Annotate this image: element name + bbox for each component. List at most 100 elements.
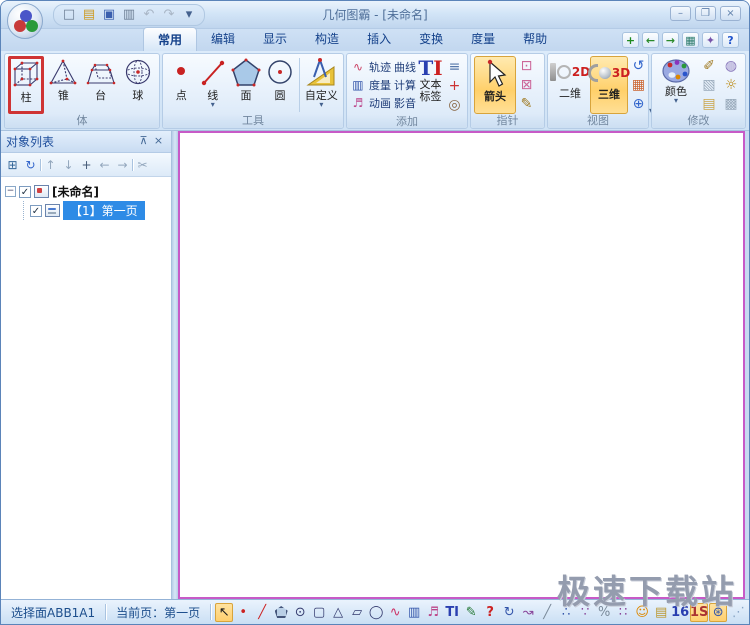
select-region-icon[interactable]: ⊡ — [517, 57, 536, 75]
circle-tool-button[interactable]: 圆 — [264, 56, 296, 114]
parallel-line-tool[interactable]: ╱ — [538, 603, 556, 622]
open-file-button[interactable]: ▤ — [80, 6, 98, 24]
close-button[interactable]: × — [720, 6, 741, 21]
page-number-tool[interactable]: 16 — [671, 603, 689, 622]
tree-root-label[interactable]: [未命名] — [52, 183, 99, 200]
folder-tool[interactable]: ▤ — [652, 603, 670, 622]
print-button[interactable]: ▥ — [120, 6, 138, 24]
point-tool-button[interactable]: 点 — [166, 56, 196, 114]
undo-button[interactable]: ↶ — [140, 6, 158, 24]
drag-point-tool[interactable]: ↝ — [519, 603, 537, 622]
view-3d-button[interactable]: 3D 三维 — [587, 56, 630, 114]
tab-construct[interactable]: 构造 — [301, 27, 353, 51]
tab-transform[interactable]: 变换 — [405, 27, 457, 51]
qat-customize-button[interactable]: ▾ — [180, 6, 198, 24]
divide-tool[interactable]: ∷ — [614, 603, 632, 622]
text-label-tool[interactable]: TI — [443, 603, 461, 622]
point-tool[interactable]: • — [234, 603, 252, 622]
media-button[interactable]: 影音 — [394, 95, 416, 111]
curve-button[interactable]: 曲线 — [394, 59, 416, 75]
custom-tool-button[interactable]: 自定义 — [303, 56, 340, 114]
circle-tool[interactable]: ⊙ — [291, 603, 309, 622]
page-checkbox[interactable]: ✓ — [30, 204, 42, 217]
globe-tool[interactable]: ⊛ — [709, 602, 728, 622]
redo-button[interactable]: ↷ — [160, 6, 178, 24]
formula-list-icon[interactable]: ≡ — [445, 58, 464, 76]
drawing-canvas[interactable] — [178, 131, 745, 599]
rotate-view-icon[interactable]: ↺ — [629, 57, 648, 75]
line-tool-button[interactable]: 线 — [197, 56, 227, 114]
measure-tool[interactable]: ▥ — [405, 603, 423, 622]
grid-icon[interactable]: ▦ — [629, 76, 648, 94]
color-dropdown-icon[interactable] — [674, 98, 678, 104]
app-logo-button[interactable] — [7, 3, 43, 39]
sphere-button[interactable]: 球 — [120, 56, 156, 114]
locus-tool[interactable]: ∿ — [386, 603, 404, 622]
tab-display[interactable]: 显示 — [249, 27, 301, 51]
calculate-tool[interactable]: ✎ — [462, 603, 480, 622]
calculate-button[interactable]: 计算 — [394, 77, 416, 93]
view-2d-button[interactable]: 2D 二维 — [549, 56, 590, 114]
root-checkbox[interactable]: ✓ — [19, 185, 31, 198]
tab-common[interactable]: 常用 — [143, 27, 198, 51]
lock-select-icon[interactable]: ⊠ — [517, 76, 536, 94]
minimize-button[interactable]: – — [670, 6, 691, 21]
resize-grip[interactable]: ⋰ — [732, 605, 749, 620]
arrow-tool[interactable]: ↖ — [215, 602, 234, 622]
rotate-animation-tool[interactable]: ↻ — [500, 603, 518, 622]
material-icon[interactable]: ◍ — [722, 57, 741, 75]
image-fill-icon[interactable]: ▧ — [700, 76, 719, 94]
tree-expander-icon[interactable]: − — [5, 186, 16, 197]
animation-tool[interactable]: ♬ — [424, 603, 442, 622]
custom-dropdown-icon[interactable] — [319, 102, 323, 108]
prev-page-button[interactable]: ← — [642, 32, 659, 48]
new-file-button[interactable]: □ — [60, 6, 78, 24]
color-button[interactable]: 颜色 — [655, 56, 697, 114]
next-page-button[interactable]: → — [662, 32, 679, 48]
ratio-tool[interactable]: % — [595, 603, 613, 622]
axes-icon[interactable]: ⊕ — [629, 95, 648, 113]
tree-page-label[interactable]: 【1】第一页 — [63, 201, 145, 220]
cone-button[interactable]: 锥 — [45, 56, 81, 114]
measure-value-tool[interactable]: ? — [481, 603, 499, 622]
prism-button[interactable]: 柱 — [8, 56, 45, 114]
tab-help[interactable]: 帮助 — [509, 27, 561, 51]
page-style-tool[interactable]: 1S — [690, 602, 708, 622]
locate-object-button[interactable]: ↻ — [22, 156, 39, 173]
face-tool-button[interactable]: 面 — [229, 56, 263, 114]
conic-icon[interactable]: ◎ — [445, 96, 464, 114]
animation-button[interactable]: 动画 — [369, 95, 391, 111]
line-tool[interactable]: ╱ — [253, 603, 271, 622]
pen-icon[interactable]: ✎ — [517, 95, 536, 113]
measure-button[interactable]: 度量 — [369, 77, 391, 93]
page-manager-button[interactable]: ▦ — [682, 32, 699, 48]
move-right-button[interactable]: → — [114, 156, 131, 173]
point-set-tool[interactable]: ∴ — [557, 603, 575, 622]
expand-tree-button[interactable]: ⊞ — [4, 156, 21, 173]
sphere-tool[interactable]: ◯ — [367, 603, 385, 622]
arrow-pointer-button[interactable]: 箭头 — [473, 56, 516, 114]
add-page-button[interactable]: + — [622, 32, 639, 48]
text-label-button[interactable]: TI 文本 标签 — [417, 56, 444, 115]
tab-measure[interactable]: 度量 — [457, 27, 509, 51]
skin-button[interactable]: ✦ — [702, 32, 719, 48]
coordinate-system-icon[interactable]: + — [445, 77, 464, 95]
tab-insert[interactable]: 插入 — [353, 27, 405, 51]
smiley-tool[interactable]: ☺ — [633, 603, 651, 622]
locus-button[interactable]: 轨迹 — [369, 59, 391, 75]
cut-object-button[interactable]: ✂ — [134, 156, 151, 173]
save-button[interactable]: ▣ — [100, 6, 118, 24]
pin-icon[interactable]: ⊼ — [136, 134, 151, 149]
move-left-button[interactable]: ← — [96, 156, 113, 173]
frustum-button[interactable]: 台 — [83, 56, 119, 114]
move-up-button[interactable]: ↑ — [42, 156, 59, 173]
add-object-button[interactable]: + — [78, 156, 95, 173]
settings-gear-icon[interactable]: ☼ — [722, 76, 741, 94]
prism-tool[interactable]: ▢ — [310, 603, 328, 622]
line-dropdown-icon[interactable] — [211, 102, 215, 108]
frustum-tool[interactable]: ▱ — [348, 603, 366, 622]
help-button[interactable]: ? — [722, 32, 739, 48]
pyramid-tool[interactable]: △ — [329, 603, 347, 622]
maximize-button[interactable]: ❐ — [695, 6, 716, 21]
raster-icon[interactable]: ▩ — [722, 95, 741, 113]
